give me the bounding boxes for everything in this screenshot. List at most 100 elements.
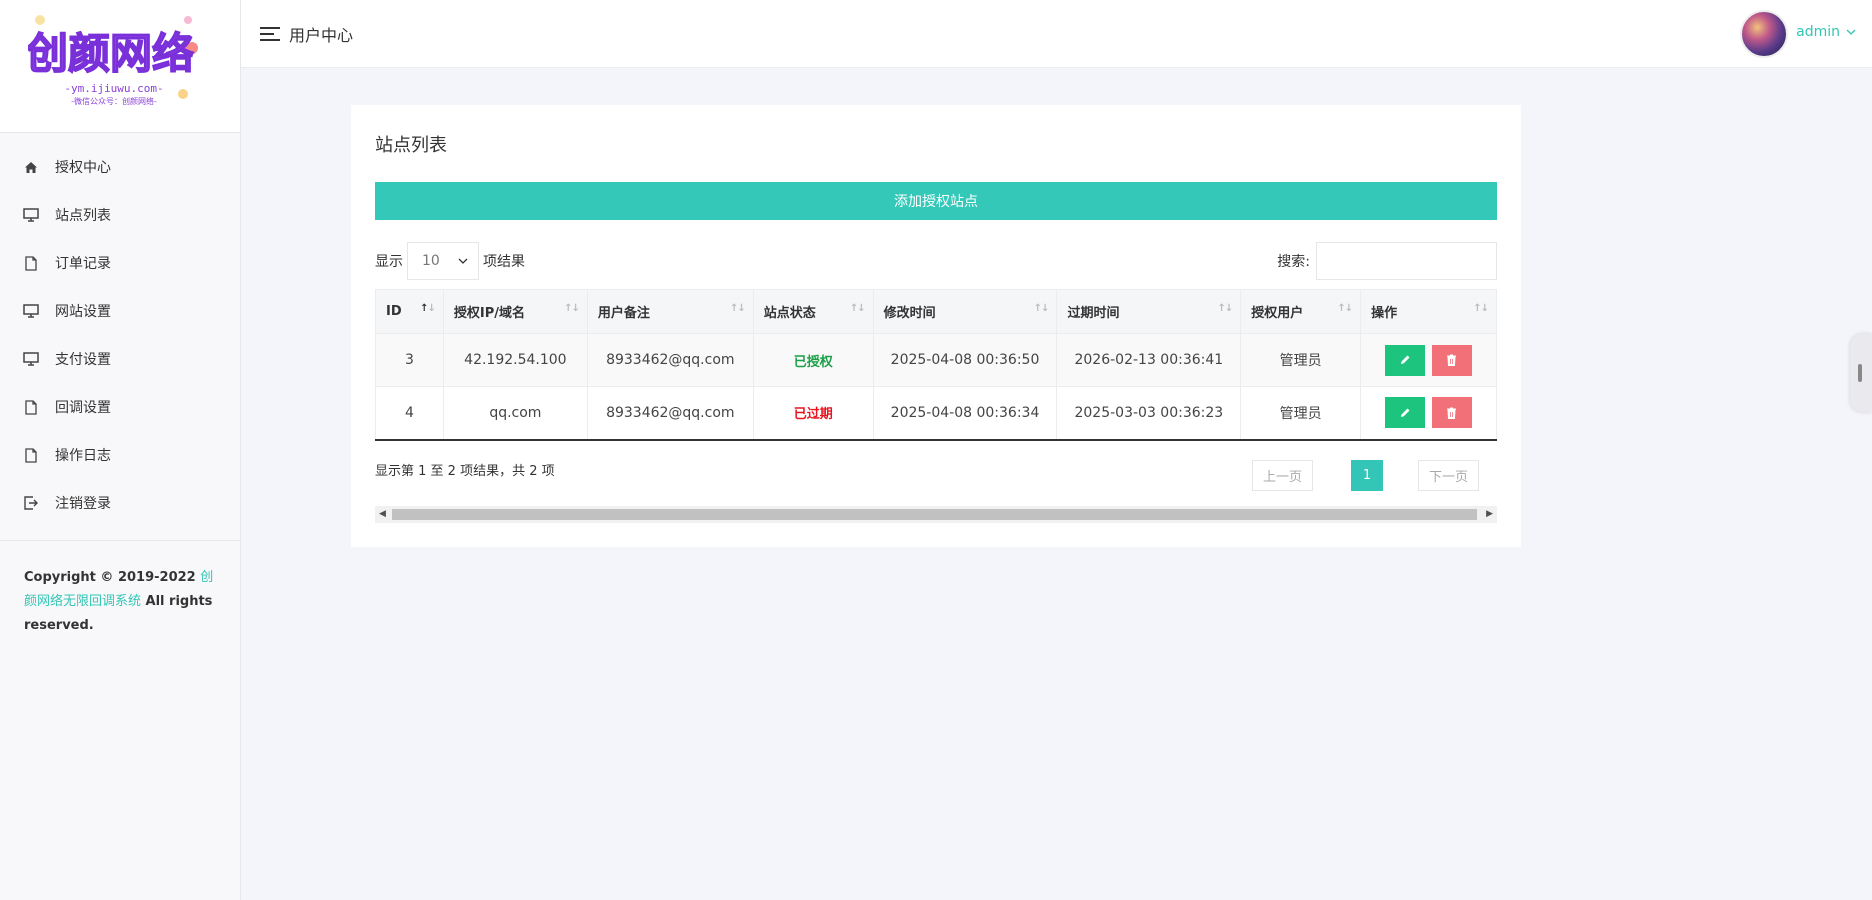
sidebar-item-payment-settings[interactable]: 支付设置 xyxy=(0,335,240,383)
scrollbar-thumb[interactable] xyxy=(392,509,1477,520)
delete-button[interactable] xyxy=(1431,397,1472,429)
delete-button[interactable] xyxy=(1431,344,1472,376)
cell-user: 管理员 xyxy=(1240,386,1362,441)
site-table: ID ↑↓ 授权IP/域名 ↑↓ 用户备注 ↑↓ 站点状态 ↑↓ 修改时间 ↑↓ 过期时间… xyxy=(375,289,1497,441)
sidebar-item-operation-log[interactable]: 操作日志 xyxy=(0,431,240,479)
trash-icon xyxy=(1447,407,1457,419)
table-info: 显示第 1 至 2 项结果，共 2 项 xyxy=(375,464,555,479)
sidebar-item-label: 站点列表 xyxy=(55,208,111,224)
cell-actions xyxy=(1360,386,1497,441)
home-icon xyxy=(22,158,40,176)
sidebar-item-label: 操作日志 xyxy=(55,448,111,464)
search-label: 搜索: xyxy=(1277,254,1310,270)
sidebar-item-label: 回调设置 xyxy=(55,400,111,416)
file-icon xyxy=(22,254,40,272)
sidebar-item-label: 订单记录 xyxy=(55,256,111,272)
sidebar-item-callback-settings[interactable]: 回调设置 xyxy=(0,383,240,431)
column-header-actions[interactable]: 操作 ↑↓ xyxy=(1360,289,1497,334)
copyright-prefix: Copyright © 2019-2022 xyxy=(24,570,201,585)
sidebar-nav: 授权中心 站点列表 订单记录 网站设置 支付设置 回调设置 操作日志 注销登录 xyxy=(0,133,240,527)
logo-text: 创颜网络 xyxy=(28,29,194,78)
cell-expires: 2025-03-03 00:36:23 xyxy=(1056,386,1242,441)
sidebar-item-logout[interactable]: 注销登录 xyxy=(0,479,240,527)
page-length-value: 10 xyxy=(422,253,440,269)
column-header-status[interactable]: 站点状态 ↑↓ xyxy=(752,289,874,334)
column-header-user[interactable]: 授权用户 ↑↓ xyxy=(1240,289,1362,334)
cell-id: 3 xyxy=(375,333,444,387)
trash-icon xyxy=(1447,354,1457,366)
page-length-select[interactable]: 10 xyxy=(407,242,479,280)
logo-subtext: -ym.ijiuwu.com- xyxy=(64,82,163,95)
chevron-down-icon xyxy=(1846,29,1856,35)
copyright: Copyright © 2019-2022 创颜网络无限回调系统 All rig… xyxy=(24,566,214,638)
search-input[interactable] xyxy=(1316,242,1497,280)
pencil-icon xyxy=(1401,408,1410,417)
sidebar-item-label: 网站设置 xyxy=(55,304,111,320)
cell-note: 8933462@qq.com xyxy=(586,386,754,441)
column-header-domain[interactable]: 授权IP/域名 ↑↓ xyxy=(442,289,588,334)
logout-icon xyxy=(22,494,40,512)
cell-modified: 2025-04-08 00:36:34 xyxy=(872,386,1058,441)
cell-status: 已过期 xyxy=(752,386,874,441)
cell-domain: 42.192.54.100 xyxy=(442,333,588,387)
cell-user: 管理员 xyxy=(1240,333,1362,387)
table-header-row: ID ↑↓ 授权IP/域名 ↑↓ 用户备注 ↑↓ 站点状态 ↑↓ 修改时间 ↑↓ 过期时间… xyxy=(375,289,1497,334)
cell-domain: qq.com xyxy=(442,386,588,441)
sidebar-item-auth-center[interactable]: 授权中心 xyxy=(0,143,240,191)
sidebar: 创颜网络 -ym.ijiuwu.com- -微信公众号：创颜网络- 授权中心 站… xyxy=(0,0,241,900)
add-site-button[interactable]: 添加授权站点 xyxy=(375,182,1497,220)
side-drawer-handle[interactable] xyxy=(1850,334,1872,412)
page-button-current[interactable]: 1 xyxy=(1351,460,1383,491)
table-row: 3 42.192.54.100 8933462@qq.com 已授权 2025-… xyxy=(375,333,1497,387)
monitor-icon xyxy=(22,206,40,224)
scroll-right-icon[interactable]: ▶ xyxy=(1486,509,1493,519)
column-header-note[interactable]: 用户备注 ↑↓ xyxy=(586,289,754,334)
grip-icon xyxy=(1858,364,1862,382)
chevron-down-icon xyxy=(458,258,468,264)
logo-subtext-2: -微信公众号：创颜网络- xyxy=(71,96,157,106)
table-row: 4 qq.com 8933462@qq.com 已过期 2025-04-08 0… xyxy=(375,386,1497,441)
prev-page-button[interactable]: 上一页 xyxy=(1252,460,1313,491)
user-menu[interactable]: admin xyxy=(1796,24,1856,40)
length-suffix: 项结果 xyxy=(483,254,525,270)
monitor-icon xyxy=(22,350,40,368)
horizontal-scrollbar[interactable]: ◀ ▶ xyxy=(375,506,1497,523)
monitor-icon xyxy=(22,302,40,320)
sidebar-item-site-settings[interactable]: 网站设置 xyxy=(0,287,240,335)
menu-toggle-icon[interactable] xyxy=(259,26,281,46)
sidebar-item-label: 注销登录 xyxy=(55,496,111,512)
cell-status: 已授权 xyxy=(752,333,874,387)
file-icon xyxy=(22,446,40,464)
cell-expires: 2026-02-13 00:36:41 xyxy=(1056,333,1242,387)
edit-button[interactable] xyxy=(1385,344,1426,376)
status-badge: 已过期 xyxy=(793,407,833,423)
logo: 创颜网络 -ym.ijiuwu.com- -微信公众号：创颜网络- xyxy=(0,0,240,133)
card-title: 站点列表 xyxy=(375,135,447,156)
sidebar-item-site-list[interactable]: 站点列表 xyxy=(0,191,240,239)
column-header-expires[interactable]: 过期时间 ↑↓ xyxy=(1056,289,1242,334)
sidebar-item-label: 支付设置 xyxy=(55,352,111,368)
cell-note: 8933462@qq.com xyxy=(586,333,754,387)
file-icon xyxy=(22,398,40,416)
scroll-left-icon[interactable]: ◀ xyxy=(379,509,386,519)
cell-actions xyxy=(1360,333,1497,387)
site-list-card: 站点列表 添加授权站点 显示 10 项结果 搜索: ID ↑↓ 授权IP/域名 ↑↓… xyxy=(351,105,1521,547)
avatar[interactable] xyxy=(1740,10,1788,58)
sidebar-item-orders[interactable]: 订单记录 xyxy=(0,239,240,287)
search-control: 搜索: xyxy=(1277,242,1497,280)
next-page-button[interactable]: 下一页 xyxy=(1418,460,1479,491)
column-header-modified[interactable]: 修改时间 ↑↓ xyxy=(872,289,1058,334)
status-badge: 已授权 xyxy=(793,354,833,370)
column-header-id[interactable]: ID ↑↓ xyxy=(375,289,444,334)
sidebar-divider xyxy=(0,540,240,541)
cell-id: 4 xyxy=(375,386,444,441)
cell-modified: 2025-04-08 00:36:50 xyxy=(872,333,1058,387)
page-title: 用户中心 xyxy=(289,26,354,45)
pencil-icon xyxy=(1401,355,1410,364)
length-prefix: 显示 xyxy=(375,254,403,270)
sidebar-item-label: 授权中心 xyxy=(55,160,111,176)
username: admin xyxy=(1796,24,1840,40)
page-length-control: 显示 10 项结果 xyxy=(375,242,525,280)
top-header: 用户中心 admin xyxy=(241,0,1872,68)
edit-button[interactable] xyxy=(1385,397,1426,429)
